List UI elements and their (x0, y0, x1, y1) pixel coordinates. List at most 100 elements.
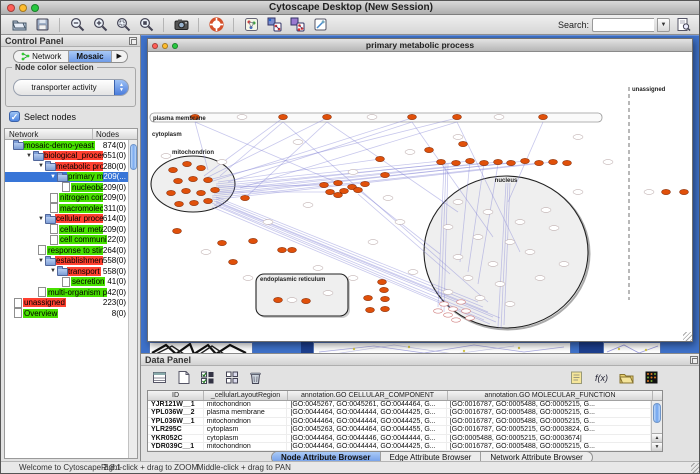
column-header-1[interactable]: _cellularLayoutRegion (204, 391, 288, 400)
tree-row-cellular-process[interactable]: ▼cellular process614(0) (5, 214, 128, 225)
network-node[interactable] (494, 159, 503, 164)
zoom-selected-icon[interactable] (113, 16, 133, 34)
column-header-0[interactable]: ID (148, 391, 204, 400)
network-node[interactable] (320, 182, 329, 187)
scroll-down-icon[interactable]: ▼ (652, 442, 662, 451)
vizmapper-icon[interactable] (287, 16, 307, 34)
network-node[interactable] (169, 167, 178, 172)
network-node[interactable] (302, 298, 311, 303)
table-row[interactable]: YLR295Ccytoplasm[GO:0045263, GO:0044464,… (148, 426, 651, 434)
network-node[interactable] (211, 187, 220, 192)
network-node[interactable] (480, 160, 489, 165)
open-session-icon[interactable] (9, 16, 29, 34)
network-node[interactable] (381, 296, 390, 301)
expand-arrow-icon[interactable]: ▼ (49, 268, 57, 274)
network-node[interactable] (459, 141, 468, 146)
network-node[interactable] (364, 295, 373, 300)
tree-row-unassigned[interactable]: unassigned223(0) (5, 298, 128, 309)
network-node[interactable] (381, 306, 390, 311)
network-node[interactable] (326, 189, 335, 194)
search-dropdown-icon[interactable]: ▼ (657, 18, 670, 32)
column-header-2[interactable]: annotation.GO CELLULAR_COMPONENT (288, 391, 448, 400)
network-node[interactable] (361, 181, 370, 186)
network-node[interactable] (425, 147, 434, 152)
select-nodes-checkbox[interactable]: ✓ (9, 111, 20, 122)
network-node[interactable] (274, 297, 283, 302)
network-node[interactable] (376, 156, 385, 161)
network-node[interactable] (204, 198, 213, 203)
scroll-up-icon[interactable]: ▲ (652, 433, 662, 442)
network-node[interactable] (190, 200, 199, 205)
function-builder-icon[interactable]: f(x) (591, 368, 611, 386)
search-config-icon[interactable] (673, 16, 693, 34)
network-node[interactable] (173, 228, 182, 233)
import-attributes-icon[interactable] (616, 368, 636, 386)
tree-scrollbar[interactable] (128, 140, 137, 458)
tree-row-cellular-metabol[interactable]: cellular metabol209(0) (5, 224, 128, 235)
tree-row-nitrogen-compo[interactable]: nitrogen compo209(0) (5, 193, 128, 204)
expand-arrow-icon[interactable]: ▼ (49, 174, 57, 180)
network-node[interactable] (323, 114, 332, 119)
table-row[interactable]: YJR121W__1mitochondrion[GO:0045267, GO:0… (148, 401, 651, 409)
network-node[interactable] (197, 165, 206, 170)
network-node[interactable] (452, 160, 461, 165)
matrix-icon[interactable] (641, 368, 661, 386)
graphics-details-icon[interactable] (264, 16, 284, 34)
network-node[interactable] (249, 238, 258, 243)
table-row[interactable]: YPL036W__1mitochondrion[GO:0044464, GO:0… (148, 418, 651, 426)
network-node[interactable] (174, 178, 183, 183)
network-node[interactable] (453, 114, 462, 119)
network-node[interactable] (218, 240, 227, 245)
annotation-icon[interactable] (566, 368, 586, 386)
network-node[interactable] (334, 180, 343, 185)
network-node[interactable] (466, 158, 475, 163)
network-node[interactable] (182, 188, 191, 193)
overview-icon[interactable] (241, 16, 261, 34)
zoom-in-icon[interactable] (90, 16, 110, 34)
attribute-table-icon[interactable] (149, 368, 169, 386)
network-node[interactable] (539, 114, 548, 119)
new-attribute-icon[interactable] (173, 368, 193, 386)
network-node[interactable] (563, 160, 572, 165)
network-node[interactable] (167, 190, 176, 195)
help-icon[interactable] (206, 16, 226, 34)
zoom-out-icon[interactable] (67, 16, 87, 34)
network-node[interactable] (408, 114, 417, 119)
network-node[interactable] (334, 192, 343, 197)
tree-row-primary-metabo[interactable]: ▼primary metabo209(... (5, 172, 128, 183)
tree-row-mosaic-demo-yeast[interactable]: mosaic-demo-yeast874(0) (5, 140, 128, 151)
tree-row-metabolic-process[interactable]: ▼metabolic process280(0) (5, 161, 128, 172)
network-node[interactable] (680, 189, 689, 194)
network-node[interactable] (507, 160, 516, 165)
network-node[interactable] (229, 259, 238, 264)
network-canvas[interactable]: plasma membranecytoplasmmitochondrionnuc… (148, 52, 692, 341)
column-header-3[interactable]: annotation.GO MOLECULAR_FUNCTION (448, 391, 653, 400)
network-node[interactable] (381, 172, 390, 177)
table-scrollbar-thumb[interactable] (653, 403, 661, 423)
window-titlebar[interactable]: Cytoscape Desktop (New Session) (1, 1, 700, 15)
float-panel-icon[interactable] (129, 37, 137, 45)
network-node[interactable] (241, 195, 250, 200)
network-node[interactable] (204, 177, 213, 182)
network-node[interactable] (197, 190, 206, 195)
tree-row-cell-communicat[interactable]: cell communicat22(0) (5, 235, 128, 246)
tree-row-nucleobase-[interactable]: nucleobase-209(0) (5, 182, 128, 193)
node-color-select[interactable]: transporter activity ▲▼ (13, 79, 129, 96)
tree-row-establishment-of-lo[interactable]: ▼establishment of lo558(0) (5, 256, 128, 267)
network-node[interactable] (535, 160, 544, 165)
table-row[interactable]: YKR052Ccytoplasm[GO:0044464, GO:0044446,… (148, 435, 651, 443)
tree-scrollbar-thumb[interactable] (130, 144, 137, 170)
tab-network[interactable]: Network (14, 51, 69, 62)
float-panel-icon[interactable] (690, 356, 698, 364)
network-node[interactable] (366, 307, 375, 312)
tab-mosaic[interactable]: Mosaic (69, 51, 111, 62)
destroy-view-icon[interactable] (310, 16, 330, 34)
window-resize-grip[interactable] (691, 463, 700, 473)
network-node[interactable] (189, 176, 198, 181)
expand-arrow-icon[interactable]: ▼ (37, 216, 45, 222)
network-node[interactable] (279, 114, 288, 119)
network-node[interactable] (521, 158, 530, 163)
table-row[interactable]: YDR039C__1mitochondrion[GO:0044464, GO:0… (148, 443, 651, 451)
search-input[interactable] (592, 18, 654, 32)
view-resize-grip[interactable] (683, 332, 692, 341)
